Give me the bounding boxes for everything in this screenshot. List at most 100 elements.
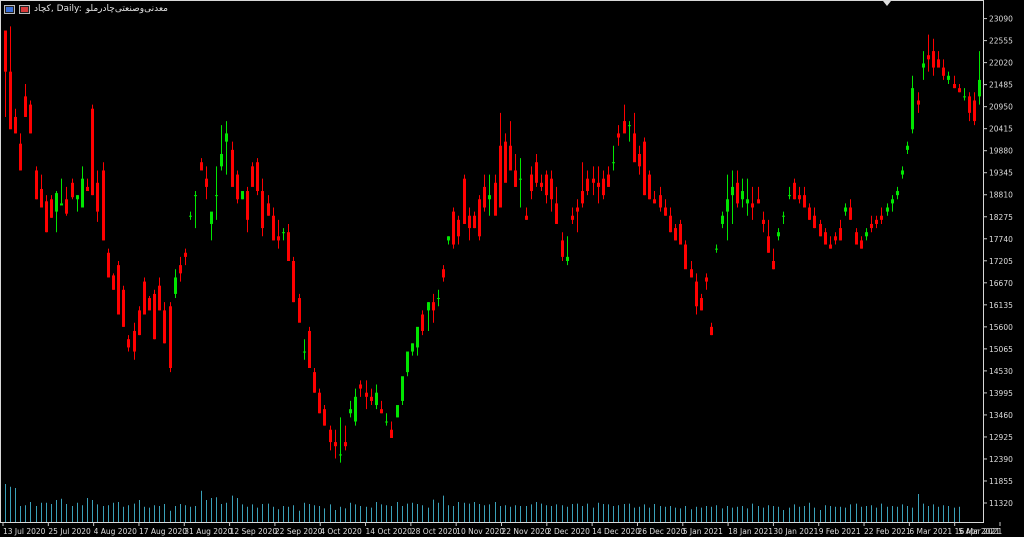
candle-body xyxy=(60,203,63,206)
candle-body xyxy=(824,232,827,245)
candle-body xyxy=(318,392,321,414)
candle-body xyxy=(917,100,920,105)
date-tick-label: 14 Dec 2020 xyxy=(592,527,640,536)
candle-body xyxy=(241,191,244,200)
candle-body xyxy=(210,211,213,224)
candle-body xyxy=(519,178,522,180)
date-tick-label: 22 Sep 2020 xyxy=(275,527,323,536)
price-tick-label: 13460 xyxy=(989,411,1013,420)
candle-body xyxy=(700,298,703,311)
candle-body xyxy=(468,215,471,229)
price-tick-label: 19345 xyxy=(989,169,1013,178)
candle-body xyxy=(690,269,693,278)
candle-body xyxy=(380,409,383,414)
candle-body xyxy=(896,191,899,196)
candle-body xyxy=(396,405,399,418)
candle-body xyxy=(788,195,791,197)
price-tick-label: 19880 xyxy=(989,147,1013,156)
candle-body xyxy=(612,162,615,164)
candle-body xyxy=(323,409,326,426)
candle-body xyxy=(91,108,94,196)
candle-body xyxy=(246,191,249,220)
candle-body xyxy=(942,67,945,76)
candle-body xyxy=(855,232,858,245)
chart-header: کچاد, Daily: معدنی‌وصنعتی‌چادرملو xyxy=(4,3,168,15)
price-tick-label: 18810 xyxy=(989,191,1013,200)
candle-body xyxy=(648,174,651,200)
candle-body xyxy=(721,215,724,224)
candle-body xyxy=(122,289,125,327)
price-chart[interactable]: 23090 22555 22020 21485 20950 20415 19880 19345… xyxy=(0,0,1024,537)
candle-body xyxy=(715,248,718,250)
candle-body xyxy=(880,215,883,220)
candle-body xyxy=(860,240,863,249)
candle-body xyxy=(555,203,558,224)
candle-body xyxy=(442,269,445,278)
candle-body xyxy=(947,75,950,80)
date-tick-label: 2 Dec 2020 xyxy=(547,527,590,536)
price-tick-label: 14530 xyxy=(989,367,1013,376)
candle-body xyxy=(849,207,852,220)
candle-body xyxy=(349,409,352,414)
candle-body xyxy=(308,330,311,369)
price-tick-label: 11855 xyxy=(989,477,1013,486)
candle-body xyxy=(220,153,223,167)
candle-body xyxy=(607,174,610,187)
candle-body xyxy=(133,330,136,352)
candle-body xyxy=(4,30,7,72)
candle-body xyxy=(200,162,203,171)
candle-body xyxy=(540,182,543,187)
candle-body xyxy=(365,392,368,397)
candle-body xyxy=(958,88,961,93)
candle-body xyxy=(664,207,667,216)
candle-body xyxy=(726,199,729,212)
date-tick-label: 10 Nov 2020 xyxy=(456,527,504,536)
candle-body xyxy=(927,55,930,60)
candle-body xyxy=(813,215,816,229)
chart-shift-marker[interactable] xyxy=(883,1,891,6)
price-tick-label: 23090 xyxy=(989,15,1013,24)
candle-body xyxy=(550,178,553,200)
date-tick-label: 4 Oct 2020 xyxy=(320,527,362,536)
symbol-subtitle: معدنی‌وصنعتی‌چادرملو xyxy=(85,4,168,14)
candle-body xyxy=(148,298,151,311)
symbol-title: کچاد, Daily: xyxy=(34,4,82,14)
candle-body xyxy=(638,153,641,167)
candle-body xyxy=(586,178,589,192)
candle-body xyxy=(55,193,58,212)
candle-body xyxy=(179,265,182,274)
candle-body xyxy=(772,261,775,270)
candle-body xyxy=(504,141,507,183)
date-tick-label: 12 Sep 2020 xyxy=(230,527,278,536)
candle-body xyxy=(401,376,404,401)
candle-body xyxy=(803,195,806,208)
candle-body xyxy=(344,442,347,447)
candle-body xyxy=(411,343,414,352)
date-tick-label: 5 Apr 2021 xyxy=(958,527,1000,536)
candle-body xyxy=(432,302,435,311)
price-tick-label: 16135 xyxy=(989,301,1013,310)
candle-body xyxy=(19,143,22,171)
candle-body xyxy=(963,96,966,98)
candle-body xyxy=(215,195,218,197)
candle-body xyxy=(602,178,605,196)
candle-body xyxy=(906,145,909,150)
price-tick-label: 21485 xyxy=(989,81,1013,90)
candle-body xyxy=(777,232,780,237)
candle-body xyxy=(65,199,68,214)
candle-body xyxy=(834,236,837,241)
candle-body xyxy=(669,215,672,233)
candle-body xyxy=(829,244,832,249)
candle-body xyxy=(592,178,595,183)
candle-body xyxy=(153,293,156,340)
candle-body xyxy=(86,186,89,192)
candle-body xyxy=(844,207,847,212)
symbol-icon[interactable] xyxy=(19,4,30,14)
candle-body xyxy=(359,384,362,389)
date-tick-label: 9 Feb 2021 xyxy=(819,527,861,536)
candle-body xyxy=(937,59,940,68)
window-icon[interactable] xyxy=(4,4,15,14)
candle-body xyxy=(597,182,600,187)
candle-body xyxy=(375,392,378,406)
price-tick-label: 22020 xyxy=(989,59,1013,68)
